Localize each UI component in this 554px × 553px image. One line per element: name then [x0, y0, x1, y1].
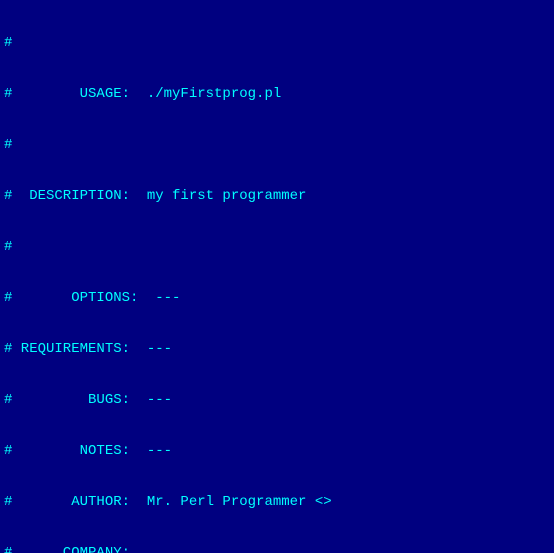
code-line-2: # USAGE: ./myFirstprog.pl — [4, 85, 550, 104]
code-line-8: # BUGS: --- — [4, 391, 550, 410]
code-editor[interactable]: # # USAGE: ./myFirstprog.pl # # DESCRIPT… — [0, 0, 554, 553]
code-line-6: # OPTIONS: --- — [4, 289, 550, 308]
code-line-7: # REQUIREMENTS: --- — [4, 340, 550, 359]
code-line-10: # AUTHOR: Mr. Perl Programmer <> — [4, 493, 550, 512]
code-line-9: # NOTES: --- — [4, 442, 550, 461]
code-line-5: # — [4, 238, 550, 257]
code-line-11: # COMPANY: — [4, 544, 550, 553]
code-line-1: # — [4, 34, 550, 53]
code-line-3: # — [4, 136, 550, 155]
code-line-4: # DESCRIPTION: my first programmer — [4, 187, 550, 206]
